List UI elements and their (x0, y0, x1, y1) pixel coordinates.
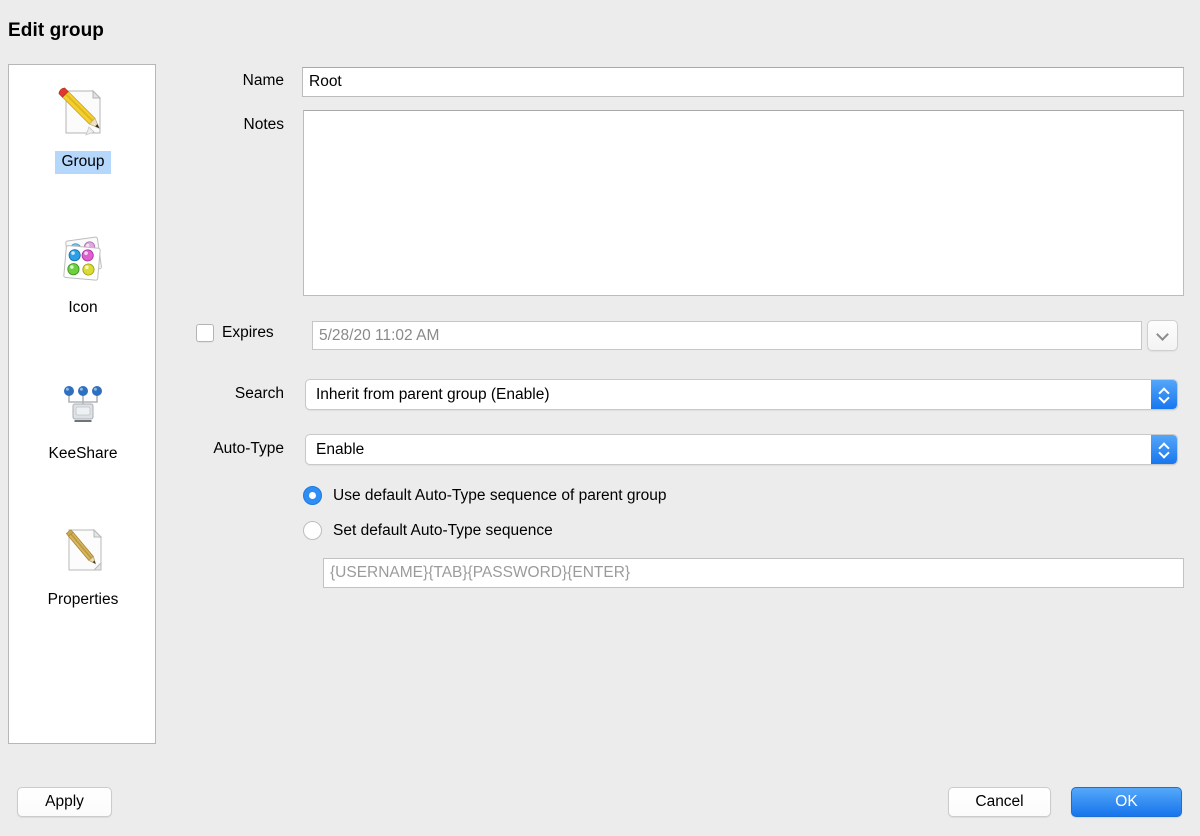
page-title: Edit group (8, 20, 104, 41)
chevron-down-icon (1159, 395, 1169, 401)
search-combobox-stepper[interactable] (1151, 380, 1177, 409)
autotype-label: Auto-Type (213, 440, 284, 457)
notes-textarea[interactable] (303, 110, 1184, 296)
sidebar-item-label: Properties (47, 591, 119, 608)
autotype-combobox-stepper[interactable] (1151, 435, 1177, 464)
search-combobox-value: Inherit from parent group (Enable) (316, 386, 550, 403)
radio-button-indicator[interactable] (303, 521, 322, 540)
share-network-icon (9, 375, 157, 433)
autotype-combobox-value: Enable (316, 441, 365, 458)
expires-date-input[interactable] (312, 321, 1142, 350)
notes-label: Notes (243, 116, 285, 133)
cancel-button[interactable]: Cancel (948, 787, 1051, 817)
chevron-down-icon (1157, 332, 1168, 339)
expires-checkbox-row[interactable]: Expires (196, 324, 274, 342)
search-combobox[interactable]: Inherit from parent group (Enable) (305, 379, 1178, 410)
expires-label: Expires (222, 324, 274, 341)
search-label: Search (234, 385, 284, 402)
chevron-down-icon (1159, 450, 1169, 456)
radio-button-indicator[interactable] (303, 486, 322, 505)
expires-checkbox[interactable] (196, 324, 214, 342)
autotype-combobox[interactable]: Enable (305, 434, 1178, 465)
name-input[interactable] (302, 67, 1184, 97)
sidebar-item-label: KeeShare (48, 445, 118, 462)
autotype-sequence-input[interactable] (323, 558, 1184, 588)
sidebar-item-label: Group (55, 151, 111, 174)
color-balls-icon (9, 229, 157, 287)
radio-set-default-sequence-label: Set default Auto-Type sequence (333, 521, 553, 539)
radio-use-parent-sequence[interactable]: Use default Auto-Type sequence of parent… (303, 486, 666, 505)
ok-button[interactable]: OK (1071, 787, 1182, 817)
sidebar-item-label: Icon (68, 299, 98, 316)
apply-button[interactable]: Apply (17, 787, 112, 817)
category-sidebar: Group Icon KeeShare Properties (8, 64, 156, 744)
document-pen-icon (9, 521, 157, 579)
radio-set-default-sequence[interactable]: Set default Auto-Type sequence (303, 521, 553, 540)
radio-use-parent-sequence-label: Use default Auto-Type sequence of parent… (333, 486, 667, 504)
sidebar-item-icon[interactable]: Icon (9, 229, 157, 320)
expires-dropdown-button[interactable] (1147, 320, 1178, 351)
name-label: Name (242, 72, 284, 89)
sidebar-item-properties[interactable]: Properties (9, 521, 157, 612)
